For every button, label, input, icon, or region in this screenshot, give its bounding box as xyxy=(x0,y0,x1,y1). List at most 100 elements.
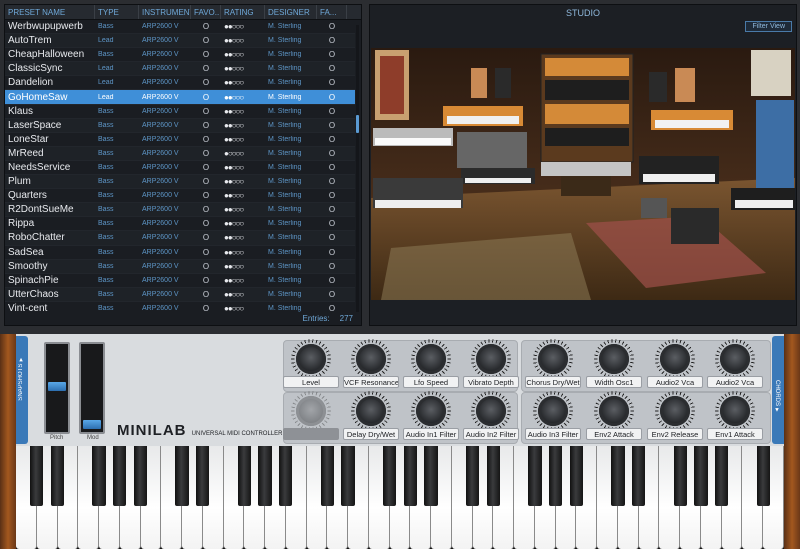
black-key[interactable] xyxy=(92,446,106,506)
black-key[interactable] xyxy=(715,446,729,506)
preset-favorite[interactable]: O xyxy=(191,93,221,102)
preset-row[interactable]: LoneStar Bass ARP2600 V O ●●○○○ M. Sterling O xyxy=(5,133,355,147)
knob-dial[interactable] xyxy=(599,396,629,426)
snapshots-tab[interactable]: SNAPSHOTS ▼ xyxy=(16,336,28,444)
studio-scene-image[interactable] xyxy=(371,48,795,300)
preset-favorite[interactable]: O xyxy=(191,36,221,45)
preset-favorite[interactable]: O xyxy=(191,219,221,228)
preset-favorite[interactable]: O xyxy=(191,205,221,214)
black-key[interactable] xyxy=(424,446,438,506)
preset-rating[interactable]: ●●○○○ xyxy=(221,276,265,285)
pitch-wheel[interactable] xyxy=(44,342,70,434)
knob-dial[interactable] xyxy=(720,344,750,374)
preset-row[interactable]: Werbwupupwerb Bass ARP2600 V O ●●○○○ M. Sterl… xyxy=(5,20,355,35)
black-key[interactable] xyxy=(466,446,480,506)
preset-rating[interactable]: ●●○○○ xyxy=(221,22,265,31)
knob-dial[interactable] xyxy=(356,344,386,374)
black-key[interactable] xyxy=(175,446,189,506)
column-header[interactable]: RATING xyxy=(221,5,265,19)
preset-favorite[interactable]: O xyxy=(191,22,221,31)
knob[interactable]: Audio In2 Filter xyxy=(460,391,522,442)
knob[interactable]: Audio2 Vca xyxy=(704,339,766,390)
preset-fa[interactable]: O xyxy=(317,93,347,102)
knob-dial[interactable] xyxy=(356,396,386,426)
preset-fa[interactable]: O xyxy=(317,107,347,116)
knob[interactable]: Width Osc1 xyxy=(583,339,645,390)
preset-row[interactable]: Rippa Bass ARP2600 V O ●●○○○ M. Sterling O xyxy=(5,217,355,232)
black-key[interactable] xyxy=(237,446,251,506)
black-key[interactable] xyxy=(549,446,563,506)
preset-rating[interactable]: ●●○○○ xyxy=(221,205,265,214)
black-key[interactable] xyxy=(113,446,127,506)
knob-dial[interactable] xyxy=(296,396,326,426)
preset-favorite[interactable]: O xyxy=(191,191,221,200)
column-header[interactable]: DESIGNER xyxy=(265,5,317,19)
black-key[interactable] xyxy=(673,446,687,506)
preset-favorite[interactable]: O xyxy=(191,177,221,186)
black-key[interactable] xyxy=(632,446,646,506)
preset-row[interactable]: RoboChatter Bass ARP2600 V O ●●○○○ M. Sterlin… xyxy=(5,231,355,246)
preset-rating[interactable]: ●●○○○ xyxy=(221,50,265,59)
filter-view-button[interactable]: Filter View xyxy=(745,21,792,32)
preset-row[interactable]: UtterChaos Bass ARP2600 V O ●●○○○ M. Sterling… xyxy=(5,287,355,302)
black-key[interactable] xyxy=(382,446,397,506)
column-header[interactable]: FA... xyxy=(317,5,347,19)
preset-rating[interactable]: ●●○○○ xyxy=(221,78,265,87)
knob[interactable]: Chorus Dry/Wet xyxy=(522,339,584,390)
knob-dial[interactable] xyxy=(416,396,446,426)
knob[interactable]: Lfo Speed xyxy=(400,339,462,390)
knob[interactable]: Vibrato Depth xyxy=(460,339,522,390)
knob[interactable] xyxy=(280,391,342,442)
black-key[interactable] xyxy=(50,446,65,506)
preset-fa[interactable]: O xyxy=(317,22,347,31)
black-key[interactable] xyxy=(528,446,542,506)
preset-favorite[interactable]: O xyxy=(191,107,221,116)
preset-favorite[interactable]: O xyxy=(191,64,221,73)
knob[interactable]: Level xyxy=(280,339,342,390)
knob-dial[interactable] xyxy=(720,396,750,426)
preset-rating[interactable]: ●●○○○ xyxy=(221,121,265,130)
preset-fa[interactable]: O xyxy=(317,50,347,59)
knob[interactable]: Audio2 Vca xyxy=(644,339,706,390)
preset-fa[interactable]: O xyxy=(317,290,347,299)
scrollbar-thumb[interactable] xyxy=(356,115,359,133)
preset-favorite[interactable]: O xyxy=(191,276,221,285)
preset-row[interactable]: R2DontSueMe Bass ARP2600 V O ●●○○○ M. Sterlin… xyxy=(5,203,355,218)
preset-row[interactable]: Klaus Bass ARP2600 V O ●●○○○ M. Sterling O xyxy=(5,105,355,119)
knob[interactable]: VCF Resonance xyxy=(340,339,402,390)
column-header[interactable]: FAVO... xyxy=(191,5,221,19)
preset-row[interactable]: Smoothy Bass ARP2600 V O ●●○○○ M. Sterling O xyxy=(5,259,355,274)
preset-row[interactable]: CheapHalloween Bass ARP2600 V O ●●○○○ M. Ster… xyxy=(5,48,355,63)
preset-rating[interactable]: ●●○○○ xyxy=(221,93,265,102)
black-key[interactable] xyxy=(611,446,625,506)
preset-row[interactable]: NeedsService Bass ARP2600 V O ●●○○○ M. Sterli… xyxy=(5,161,355,176)
preset-rating[interactable]: ●●○○○ xyxy=(221,177,265,186)
preset-fa[interactable]: O xyxy=(317,78,347,87)
black-key[interactable] xyxy=(403,446,418,506)
preset-rating[interactable]: ●●○○○ xyxy=(221,219,265,228)
column-header[interactable]: INSTRUMENT xyxy=(139,5,191,19)
knob-dial[interactable] xyxy=(660,396,690,426)
preset-favorite[interactable]: O xyxy=(191,290,221,299)
preset-row[interactable]: SadSea Bass ARP2600 V O ●●○○○ M. Sterling O xyxy=(5,246,355,260)
preset-rating[interactable]: ●●○○○ xyxy=(221,248,265,257)
black-key[interactable] xyxy=(279,446,293,506)
preset-fa[interactable]: O xyxy=(317,233,347,242)
preset-rating[interactable]: ●●○○○ xyxy=(221,233,265,242)
black-key[interactable] xyxy=(694,446,708,506)
column-header[interactable]: TYPE xyxy=(95,5,139,19)
black-key[interactable] xyxy=(133,446,148,506)
preset-favorite[interactable]: O xyxy=(191,248,221,257)
preset-fa[interactable]: O xyxy=(317,121,347,130)
preset-favorite[interactable]: O xyxy=(191,78,221,87)
black-key[interactable] xyxy=(341,446,355,506)
preset-row[interactable]: ClassicSync Lead ARP2600 V O ●●○○○ M. Sterlin… xyxy=(5,62,355,77)
preset-rating[interactable]: ●●○○○ xyxy=(221,64,265,73)
preset-row[interactable]: LaserSpace Bass ARP2600 V O ●●○○○ M. Sterling… xyxy=(5,118,355,133)
knob-dial[interactable] xyxy=(476,344,506,374)
preset-rating[interactable]: ●●○○○ xyxy=(221,36,265,45)
preset-scrollbar[interactable] xyxy=(356,25,359,321)
preset-rating[interactable]: ●●○○○ xyxy=(221,262,265,271)
preset-rating[interactable]: ●●○○○ xyxy=(221,191,265,200)
preset-fa[interactable]: O xyxy=(317,219,347,228)
